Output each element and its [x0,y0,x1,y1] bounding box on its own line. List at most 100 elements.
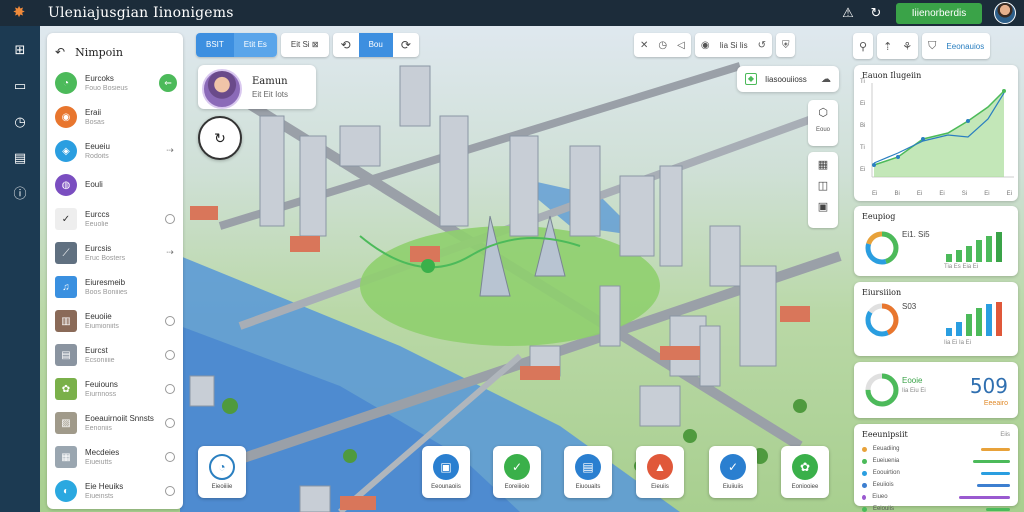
directory-item-thumbnail-icon: ◔ [55,72,77,94]
left-rail: ⊞ ▭ ◷ ▤ ⓘ [0,26,40,512]
directory-item[interactable]: ▨ Eoeauirnoiit Snnsts Eenoniis [55,407,175,439]
info-icon[interactable]: ⓘ [10,184,30,204]
select-radio[interactable] [165,350,175,360]
grid-icon[interactable]: ▦ [818,158,828,171]
directory-item-name: Eurcoks [85,74,114,83]
directory-item[interactable]: ⟋ Eurcsis Eruc Bosters ⇢ [55,237,175,269]
directory-item[interactable]: ♫ Eiuresmeib Boos Boniiies [55,271,175,303]
kpi-subtitle: Iia Eiu Ei [902,388,926,394]
legend-label: Eiueo [872,494,888,500]
alert-icon[interactable]: ⚠ [840,5,856,21]
forward-arrow-icon[interactable]: ⇢ [165,248,175,258]
directory-item[interactable]: ▥ Eeuoiie Eiumioniits [55,305,175,337]
directory-item-thumbnail-icon: ◍ [55,174,77,196]
shield-check-icon[interactable]: ⛉ [928,40,936,53]
view-button-2[interactable]: Etit Es [233,33,277,57]
clock-icon[interactable]: ↻ [198,116,242,160]
directory-item-subtitle: Eiurnnoss [85,391,117,398]
camera-icon[interactable]: ◉ [701,40,710,51]
app-logo-icon[interactable]: ✸ [10,4,28,22]
bar-chart-1 [946,232,1002,262]
user-card-avatar [202,69,242,109]
bars-widget-2-subtitle: Iia Ei Ia Ei [944,340,972,346]
refresh-icon[interactable]: ↻ [868,5,884,21]
directory-item[interactable]: ◈ Eeueiu Rodoits ⇢ [55,135,175,167]
directory-item-thumbnail-icon: ▥ [55,310,77,332]
directory-item[interactable]: ✿ Feuiouns Eiurnnoss [55,373,175,405]
user-card[interactable]: Eamun Eit Eit Iots [198,65,316,109]
directory-item-name: Eeuoiie [85,312,112,321]
legend-label: Eoouirtion [872,470,900,476]
pointer-icon[interactable]: ⇡ [883,40,892,53]
directory-item[interactable]: ✓ Eurccs Eeuolie [55,203,175,235]
bars-widget-1-subtitle: Tia Es Eia Ei [944,264,979,270]
view-button-1[interactable]: BSIT [196,33,234,57]
dock-button[interactable]: ▣ Eeounaoiis [422,446,470,498]
select-radio[interactable] [165,316,175,326]
legend-dot [862,494,867,500]
document-icon[interactable]: ▤ [10,148,30,168]
undo-icon[interactable]: ↺ [758,40,766,51]
directory-item-thumbnail-icon: ⟋ [55,242,77,264]
dock-button[interactable]: ▲ Eieuiis [636,446,684,498]
select-radio[interactable] [165,452,175,462]
select-radio[interactable] [165,486,175,496]
y-tick-label: Ei [860,101,866,107]
tool-group: ⟲ Bou ⟳ [332,33,419,57]
x-tick-label: Ei [1006,191,1012,197]
call-icon[interactable]: ⇐ [159,74,177,92]
dock-button[interactable]: ✓ Eoreiiioio [493,446,541,498]
directory-item[interactable]: ◔ Eurcoks Fouo Bosieus ⇐ [55,67,177,99]
apps-icon[interactable]: ⊞ [10,40,30,60]
directory-item[interactable]: ◍ Eouli [55,169,175,201]
close-icon[interactable]: ✕ [640,40,648,51]
forward-arrow-icon[interactable]: ⇢ [165,146,175,156]
layers-icon[interactable]: ◫ [818,179,828,192]
bars-widget-2: Eiursiiion S03 Iia Ei Ia Ei [854,282,1018,356]
donut-chart-1 [865,231,899,265]
user-avatar[interactable] [994,2,1016,24]
legend-label: Eueiuenia [872,458,900,464]
reload-icon[interactable]: ⟳ [393,33,419,57]
directory-item[interactable]: ▦ Mecdeies Eiueiutts [55,441,175,473]
stack-icon[interactable]: ▣ [818,200,828,213]
x-tick-label: Bi [894,191,900,197]
network-icon[interactable]: ⚘ [902,40,912,53]
dock-button-label: Eoniooiee [791,484,819,490]
filter-button[interactable]: Eit Si ⊠ [281,33,329,57]
directory-item[interactable]: ◉ Eraii Bosas [55,101,175,133]
line-chart-widget: Eauon Ilugeiin Ti Ei Bi Ti Ei Ei Bi Ei Ei Si Ei Ei [854,65,1018,201]
select-radio[interactable] [165,214,175,224]
legend-bar [976,483,1010,487]
notification-chip[interactable]: ◆ Iiasoouiioss ☁ [737,66,839,92]
bars-widget-1: Eeupiog Ei1. Si5 Tia Es Eia Ei [854,206,1018,276]
play-icon[interactable]: ◁ [677,40,685,51]
dock-button[interactable]: ✓ Eiuiiuiis [709,446,757,498]
directory-item-text: Eie Heuiks Eiueinsts [85,482,165,500]
timer-icon[interactable]: ◷ [658,40,667,51]
compass-icon[interactable]: ◷ [10,112,30,132]
dock-button[interactable]: ✿ Eoniooiee [781,446,829,498]
line-chart-y-ticks: Ti Ei Bi Ti Ei [860,79,865,173]
dock-button[interactable]: ▤ Eiuouaits [564,446,612,498]
primary-action-button[interactable]: Iiienorberdis [896,2,982,24]
mode-button[interactable]: Bou [358,33,393,57]
directory-panel: ↶ Nimpoin ◔ Eurcoks Fouo Bosieus ⇐ ◉ Eraii Bos… [47,33,183,509]
chart-icon[interactable]: ▭ [10,76,30,96]
directory-item-thumbnail-icon: ▤ [55,344,77,366]
pin-icon[interactable]: ⚲ [859,40,867,53]
bars-widget-1-value: Ei1. Si5 [902,230,930,239]
directory-item[interactable]: ◐ Eie Heuiks Eiueinsts [55,475,175,507]
directory-item-text: Feuiouns Eiurnnoss [85,380,165,398]
back-arrow-icon[interactable]: ↶ [55,45,65,59]
select-radio[interactable] [165,384,175,394]
select-radio[interactable] [165,418,175,428]
cloud-icon[interactable]: ☁ [821,74,831,85]
rotate-icon[interactable]: ⟲ [333,33,359,57]
hexagon-icon[interactable]: ⬡ [818,106,828,119]
line-chart-title: Eauon Ilugeiin [862,71,922,80]
dock-button[interactable]: ◔ Eieoiiiie [198,446,246,498]
directory-item-name: Eouli [85,179,103,189]
directory-item[interactable]: ▤ Eurcst Ecsoniiiie [55,339,175,371]
shield-icon[interactable]: ⛨ [782,40,790,51]
